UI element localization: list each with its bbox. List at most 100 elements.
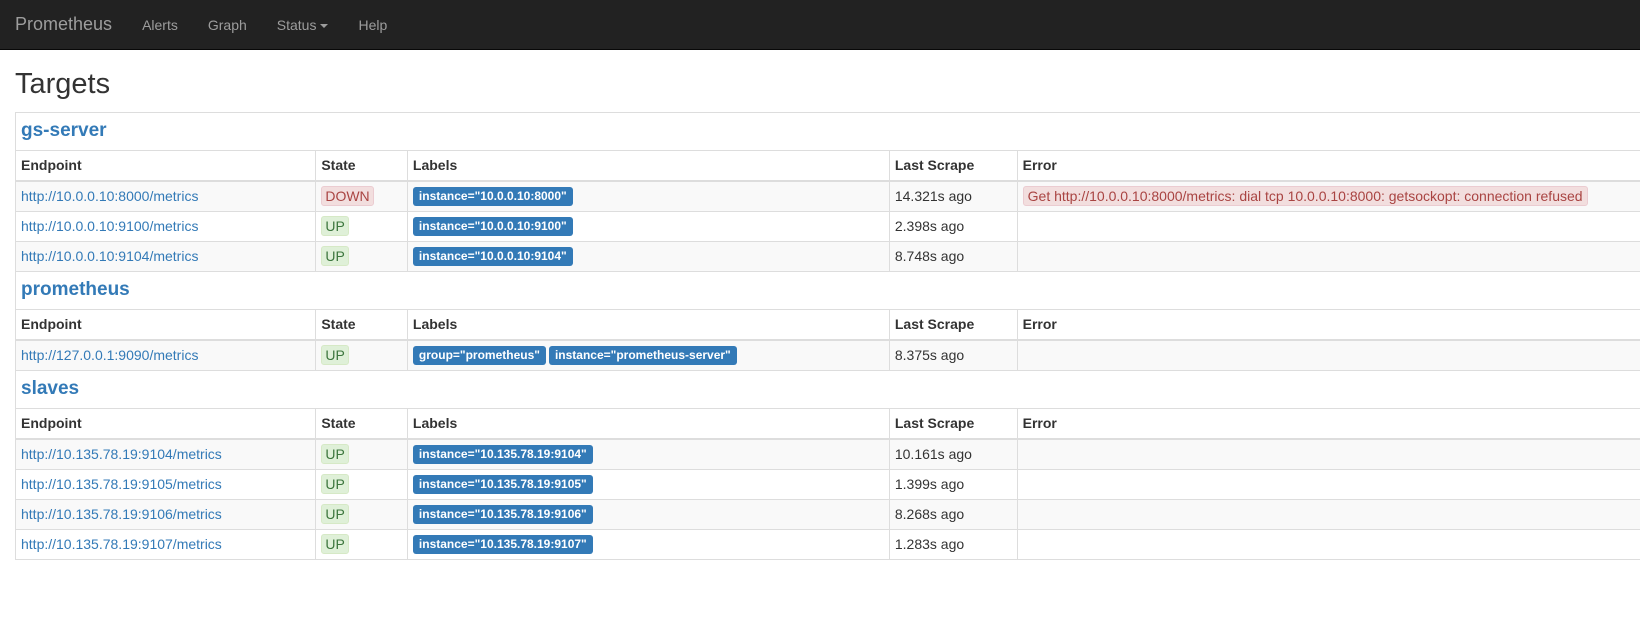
column-header: Last Scrape [888, 308, 1018, 341]
column-header: State [315, 149, 408, 182]
state-badge: UP [321, 246, 349, 267]
page-title: Targets [15, 68, 111, 100]
group-header: prometheus [16, 270, 1640, 309]
state-cell: UP [315, 498, 408, 530]
state-badge: UP [321, 504, 349, 525]
targets-table: Endpoint State Labels Last Scrape Error http:… [16, 308, 1640, 370]
labels-cell: instance="10.135.78.19:9105" [406, 468, 890, 500]
table-row: http://10.135.78.19:9106/metrics UP instan… [16, 498, 1640, 530]
label-badge: instance="10.135.78.19:9107" [412, 534, 593, 554]
last-scrape-cell: 1.399s ago [888, 468, 1018, 500]
endpoint-link[interactable]: http://127.0.0.1:9090/metrics [21, 347, 198, 363]
nav-help[interactable]: Help [343, 17, 402, 33]
column-header: Endpoint [16, 149, 316, 182]
label-badge: group="prometheus" [412, 345, 546, 365]
column-header: Labels [406, 308, 890, 341]
label-badge: instance="10.0.0.10:9100" [412, 216, 573, 236]
labels-cell: instance="10.0.0.10:9104" [406, 240, 890, 271]
endpoint-cell: http://10.135.78.19:9106/metrics [16, 498, 316, 530]
state-badge: UP [321, 474, 349, 495]
column-header: Error [1016, 149, 1640, 182]
last-scrape-cell: 1.283s ago [888, 528, 1018, 559]
brand-link[interactable]: Prometheus [0, 14, 127, 35]
state-cell: UP [315, 528, 408, 559]
state-cell: UP [315, 240, 408, 271]
group-name-link[interactable]: gs-server [21, 120, 107, 142]
last-scrape-cell: 8.268s ago [888, 498, 1018, 530]
labels-cell: instance="10.0.0.10:8000" [406, 180, 890, 212]
column-header: Error [1016, 308, 1640, 341]
column-header: State [315, 308, 408, 341]
table-row: http://10.0.0.10:9104/metrics UP instance=… [16, 240, 1640, 271]
label-badge: instance="10.0.0.10:9104" [412, 246, 573, 266]
group-header: gs-server [16, 111, 1640, 150]
nav-status-dropdown[interactable]: Status [262, 17, 344, 33]
nav-alerts[interactable]: Alerts [127, 17, 193, 33]
table-row: http://10.0.0.10:8000/metrics DOWN instanc… [16, 180, 1640, 212]
endpoint-cell: http://10.135.78.19:9107/metrics [16, 528, 316, 559]
state-cell: UP [315, 210, 408, 242]
nav-graph[interactable]: Graph [193, 17, 262, 33]
labels-cell: instance="10.135.78.19:9104" [406, 438, 890, 470]
last-scrape-cell: 8.375s ago [888, 339, 1018, 370]
label-badge: instance="10.0.0.10:8000" [412, 186, 573, 206]
state-badge: UP [321, 534, 349, 555]
top-navbar: Prometheus Alerts Graph Status Help [0, 0, 1640, 50]
endpoint-link[interactable]: http://10.135.78.19:9104/metrics [21, 446, 222, 462]
state-badge: UP [321, 444, 349, 465]
labels-cell: instance="10.135.78.19:9107" [406, 528, 890, 559]
endpoint-cell: http://10.0.0.10:8000/metrics [16, 180, 316, 212]
label-badge: instance="10.135.78.19:9106" [412, 504, 593, 524]
column-header: Labels [406, 149, 890, 182]
endpoint-cell: http://127.0.0.1:9090/metrics [16, 339, 316, 370]
error-message: Get http://10.0.0.10:8000/metrics: dial … [1022, 186, 1588, 207]
state-badge: UP [321, 345, 349, 366]
labels-cell: instance="10.0.0.10:9100" [406, 210, 890, 242]
group-name-link[interactable]: slaves [21, 378, 79, 400]
column-header: Error [1016, 407, 1640, 440]
label-badge: instance="10.135.78.19:9105" [412, 474, 593, 494]
last-scrape-cell: 2.398s ago [888, 210, 1018, 242]
error-cell [1016, 339, 1640, 370]
targets-table: Endpoint State Labels Last Scrape Error http:… [16, 407, 1640, 559]
state-badge: UP [321, 216, 349, 237]
column-header: Endpoint [16, 308, 316, 341]
state-cell: DOWN [315, 180, 408, 212]
endpoint-link[interactable]: http://10.0.0.10:8000/metrics [21, 188, 198, 204]
table-row: http://127.0.0.1:9090/metrics UP group="pr… [16, 339, 1640, 370]
error-cell [1016, 240, 1640, 271]
labels-cell: instance="10.135.78.19:9106" [406, 498, 890, 530]
column-header: State [315, 407, 408, 440]
error-cell [1016, 528, 1640, 559]
nav-status-label: Status [276, 16, 317, 33]
endpoint-link[interactable]: http://10.0.0.10:9100/metrics [21, 218, 198, 234]
endpoint-cell: http://10.135.78.19:9104/metrics [16, 438, 316, 470]
error-cell [1016, 438, 1640, 470]
endpoint-link[interactable]: http://10.135.78.19:9105/metrics [21, 476, 222, 492]
state-badge: DOWN [321, 186, 374, 207]
column-header: Last Scrape [888, 407, 1018, 440]
table-row: http://10.0.0.10:9100/metrics UP instance=… [16, 210, 1640, 242]
last-scrape-cell: 14.321s ago [888, 180, 1018, 212]
error-cell [1016, 468, 1640, 500]
error-cell: Get http://10.0.0.10:8000/metrics: dial … [1016, 180, 1640, 212]
labels-cell: group="prometheus" instance="prometheus-s… [406, 339, 890, 370]
column-header: Labels [406, 407, 890, 440]
label-badge: instance="10.135.78.19:9104" [412, 444, 593, 464]
caret-down-icon [320, 23, 329, 28]
endpoint-link[interactable]: http://10.135.78.19:9106/metrics [21, 506, 222, 522]
state-cell: UP [315, 339, 408, 370]
error-cell [1016, 210, 1640, 242]
last-scrape-cell: 8.748s ago [888, 240, 1018, 271]
endpoint-cell: http://10.0.0.10:9100/metrics [16, 210, 316, 242]
column-header: Last Scrape [888, 149, 1018, 182]
endpoint-cell: http://10.0.0.10:9104/metrics [16, 240, 316, 271]
group-header: slaves [16, 369, 1640, 408]
state-cell: UP [315, 468, 408, 500]
endpoint-link[interactable]: http://10.135.78.19:9107/metrics [21, 536, 222, 552]
endpoint-link[interactable]: http://10.0.0.10:9104/metrics [21, 248, 198, 264]
table-row: http://10.135.78.19:9107/metrics UP instan… [16, 528, 1640, 559]
group-name-link[interactable]: prometheus [21, 279, 130, 301]
label-badge: instance="prometheus-server" [548, 345, 737, 365]
state-cell: UP [315, 438, 408, 470]
